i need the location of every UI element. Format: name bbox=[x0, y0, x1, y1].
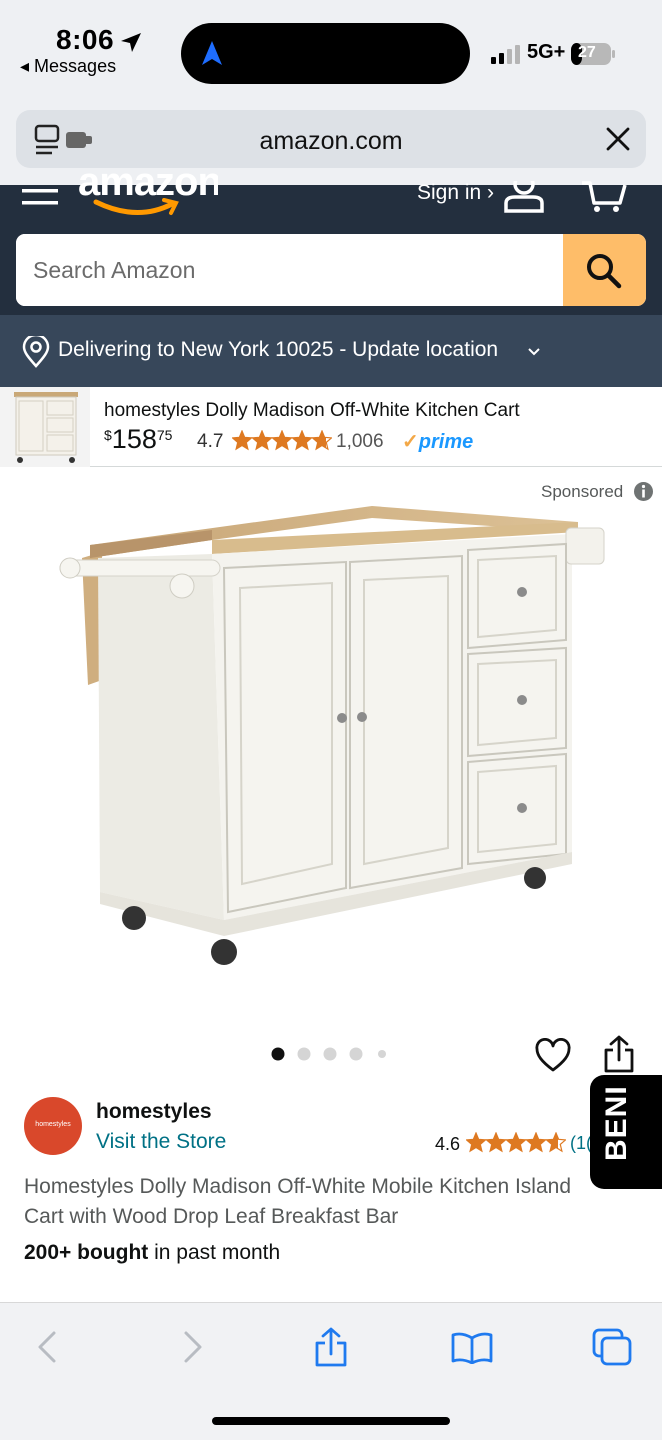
star-icon bbox=[506, 1133, 526, 1152]
info-icon[interactable] bbox=[633, 481, 654, 502]
battery-level: 27 bbox=[578, 44, 596, 61]
ad-rating-value: 4.7 bbox=[197, 431, 224, 452]
hamburger-menu-icon[interactable] bbox=[22, 185, 58, 207]
search-icon bbox=[587, 254, 622, 289]
carousel-dot[interactable] bbox=[378, 1050, 386, 1058]
chevron-down-icon bbox=[528, 348, 540, 356]
location-pin-icon bbox=[22, 336, 50, 368]
ad-product-price: $15875 bbox=[104, 424, 172, 455]
brand-logo-text: homestyles bbox=[35, 1121, 71, 1128]
bought-in-past-month: 200+ bought in past month bbox=[24, 1241, 280, 1265]
location-arrow-icon bbox=[121, 33, 141, 52]
star-icon bbox=[232, 431, 252, 450]
prime-label: prime bbox=[418, 431, 474, 453]
back-to-messages[interactable]: ◂ Messages bbox=[20, 56, 116, 77]
prime-badge: ✓prime bbox=[402, 429, 473, 454]
product-rating-value: 4.6 bbox=[435, 1134, 461, 1154]
search-input[interactable] bbox=[16, 234, 562, 306]
price-dollars: 158 bbox=[111, 424, 157, 454]
carousel-dot[interactable] bbox=[323, 1047, 337, 1061]
ad-review-count: 1,006 bbox=[336, 431, 384, 452]
navigation-arrow-icon bbox=[202, 41, 222, 65]
star-icon bbox=[486, 1133, 506, 1152]
back-chevron-icon[interactable] bbox=[36, 1330, 58, 1364]
carousel-dot[interactable] bbox=[349, 1047, 363, 1061]
brand-name: homestyles bbox=[96, 1100, 212, 1123]
share-icon[interactable] bbox=[602, 1034, 636, 1074]
carousel-dot[interactable] bbox=[271, 1047, 285, 1061]
prime-check-icon: ✓ bbox=[402, 431, 419, 453]
ad-rating-stars bbox=[232, 430, 332, 451]
ad-product-title[interactable]: homestyles Dolly Madison Off-White Kitch… bbox=[104, 400, 520, 422]
star-icon bbox=[252, 431, 272, 450]
dynamic-island bbox=[181, 23, 470, 84]
account-icon[interactable] bbox=[503, 181, 545, 213]
search-box bbox=[16, 234, 646, 306]
amazon-smile-icon bbox=[93, 198, 179, 215]
carousel-dot[interactable] bbox=[297, 1047, 311, 1061]
delivery-location-text[interactable]: Delivering to New York 10025 - Update lo… bbox=[58, 338, 498, 362]
status-time: 8:06 bbox=[56, 24, 115, 55]
price-currency: $ bbox=[104, 427, 112, 443]
home-indicator[interactable] bbox=[212, 1417, 450, 1425]
signal-icon bbox=[491, 45, 520, 64]
product-rating-stars[interactable] bbox=[466, 1132, 566, 1154]
star-icon bbox=[292, 431, 312, 450]
url-text[interactable]: amazon.com bbox=[0, 127, 662, 156]
visit-store-link[interactable]: Visit the Store bbox=[96, 1130, 226, 1154]
amazon-logo[interactable]: amazon bbox=[78, 168, 218, 220]
network-type: 5G+ bbox=[527, 41, 566, 63]
forward-chevron-icon[interactable] bbox=[182, 1330, 204, 1364]
search-button[interactable] bbox=[563, 234, 646, 306]
star-icon bbox=[466, 1133, 486, 1152]
heart-icon[interactable] bbox=[535, 1038, 571, 1074]
star-icon bbox=[526, 1133, 546, 1152]
sign-in-link[interactable]: Sign in › bbox=[417, 181, 494, 205]
bookmarks-icon[interactable] bbox=[450, 1330, 494, 1364]
product-title: Homestyles Dolly Madison Off-White Mobil… bbox=[24, 1175, 571, 1228]
sponsored-label: Sponsored bbox=[541, 482, 624, 501]
ad-product-thumbnail[interactable] bbox=[0, 387, 90, 467]
bought-suffix: in past month bbox=[148, 1241, 281, 1264]
brand-logo[interactable]: homestyles bbox=[24, 1097, 82, 1155]
close-icon[interactable] bbox=[603, 124, 633, 154]
product-rating-count[interactable]: (1( bbox=[570, 1133, 592, 1154]
cart-icon[interactable] bbox=[580, 181, 628, 213]
tabs-icon[interactable] bbox=[592, 1328, 632, 1366]
price-cents: 75 bbox=[156, 427, 173, 443]
bought-count: 200+ bought bbox=[24, 1241, 149, 1264]
sponsored-product-strip[interactable] bbox=[0, 387, 662, 467]
star-icon bbox=[272, 431, 292, 450]
image-carousel-dots[interactable] bbox=[270, 1046, 400, 1062]
toolbar-share-icon[interactable] bbox=[313, 1326, 349, 1368]
product-image[interactable] bbox=[52, 500, 612, 990]
beni-badge-text: BENI bbox=[600, 1085, 633, 1161]
